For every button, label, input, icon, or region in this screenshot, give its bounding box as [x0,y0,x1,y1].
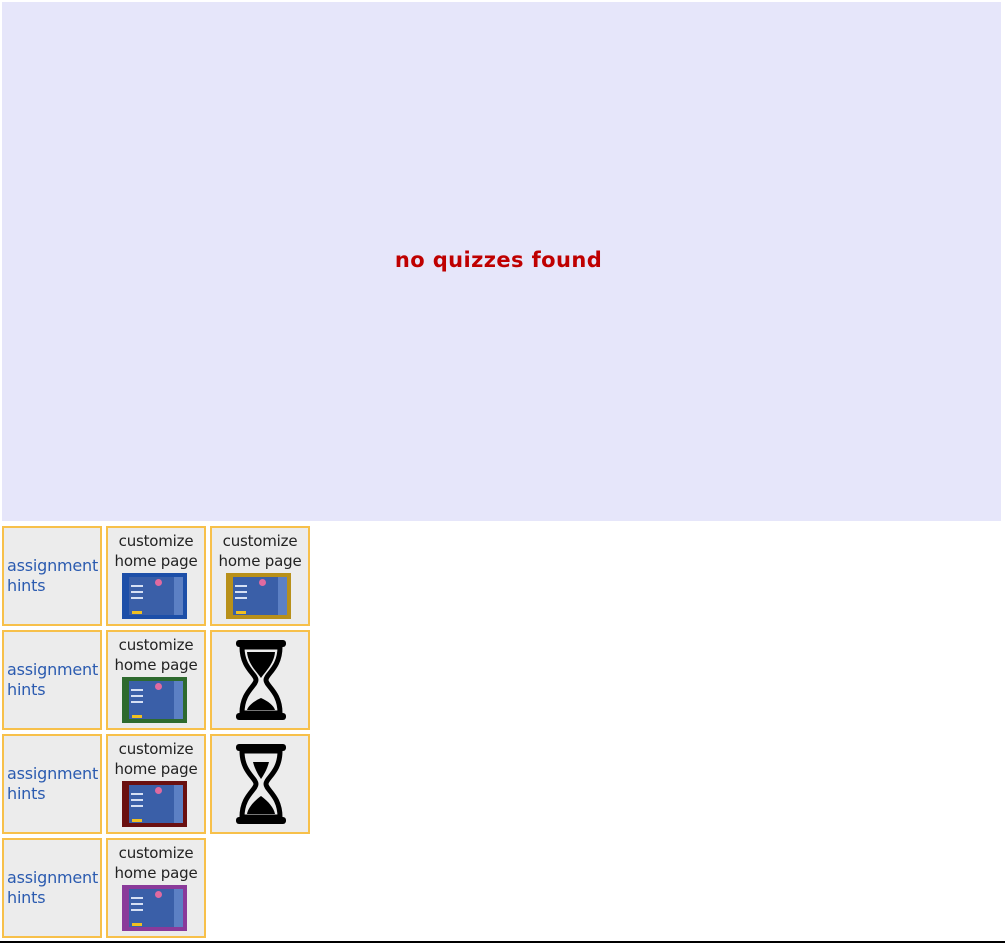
loading-tile [210,734,310,834]
assignment-hints-label: assignment hints [7,868,99,907]
customize-home-page-button[interactable]: customize home page [106,838,206,938]
theme-thumbnail [122,885,187,931]
customize-home-page-label: customize home page [114,532,198,570]
loading-tile [210,630,310,730]
assignment-hints-link[interactable]: assignment hints [2,630,102,730]
customize-home-page-label: customize home page [114,844,198,882]
theme-thumbnail [122,781,187,827]
customize-home-page-button[interactable]: customize home page [106,734,206,834]
assignment-hints-label: assignment hints [7,660,99,699]
assignment-hints-link[interactable]: assignment hints [2,526,102,626]
hourglass-icon [236,744,286,824]
customize-home-page-label: customize home page [218,532,302,570]
assignment-hints-label: assignment hints [7,764,99,803]
assignment-hints-link[interactable]: assignment hints [2,838,102,938]
quiz-list-panel: no quizzes found [2,2,1001,521]
customize-home-page-button[interactable]: customize home page [210,526,310,626]
customize-home-page-button[interactable]: customize home page [106,526,206,626]
bottom-divider [0,941,1005,943]
assignment-hints-label: assignment hints [7,556,99,595]
assignment-hints-link[interactable]: assignment hints [2,734,102,834]
no-quizzes-message: no quizzes found [394,247,603,272]
theme-thumbnail [122,573,187,619]
theme-thumbnail [226,573,291,619]
theme-thumbnail [122,677,187,723]
customize-home-page-label: customize home page [114,740,198,778]
hourglass-icon [236,640,286,720]
customize-home-page-button[interactable]: customize home page [106,630,206,730]
customize-home-page-label: customize home page [114,636,198,674]
